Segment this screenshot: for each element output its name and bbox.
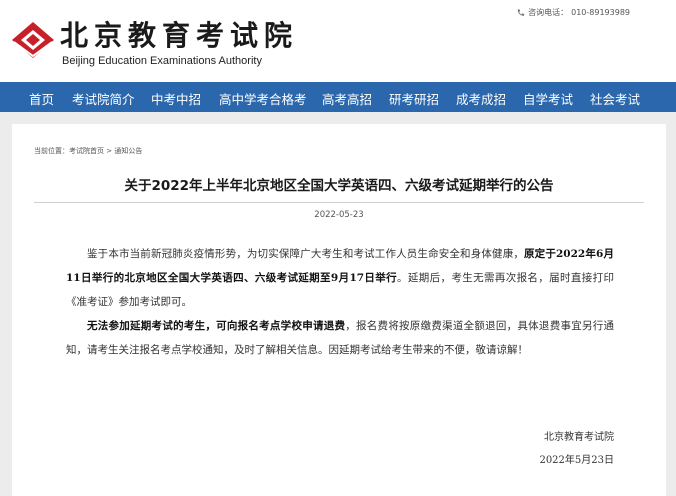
site-logo-chinese[interactable]: 北京教育考试院 — [60, 14, 298, 54]
publish-date: 2022-05-23 — [314, 210, 364, 220]
breadcrumb-separator: > — [104, 147, 115, 155]
paragraph-2: 无法参加延期考试的考生，可向报名考点学校申请退费，报名费将按原缴费渠道全额退回，… — [66, 314, 614, 362]
nav-item-yankao[interactable]: 研考研招 — [389, 89, 439, 108]
title-divider — [34, 202, 644, 203]
article-title: 关于2022年上半年北京地区全国大学英语四、六级考试延期举行的公告 — [124, 178, 554, 194]
nav-item-chengkao[interactable]: 成考成招 — [456, 89, 506, 108]
nav-item-xuekao[interactable]: 高中学考合格考 — [219, 89, 307, 108]
signature-date: 2022年5月23日 — [539, 455, 614, 466]
nav-item-home[interactable]: 首页 — [29, 89, 54, 108]
nav-item-about[interactable]: 考试院简介 — [72, 89, 135, 108]
site-header: 北京教育考试院 Beijing Education Examinations A… — [0, 0, 676, 82]
diamond-logo-icon[interactable] — [10, 20, 56, 60]
phone-number: 010-89193989 — [571, 8, 630, 17]
main-nav: 首页 考试院简介 中考中招 高中学考合格考 高考高招 研考研招 成考成招 自学考… — [0, 82, 676, 112]
phone-label: 咨询电话： — [528, 8, 569, 17]
nav-item-gaokao[interactable]: 高考高招 — [322, 89, 372, 108]
hotline: 咨询电话： 010-89193989 — [516, 7, 630, 18]
site-logo-english: Beijing Education Examinations Authority — [62, 55, 262, 67]
phone-icon — [517, 8, 525, 16]
paragraph-1-intro: 鉴于本市当前新冠肺炎疫情形势，为切实保障广大考生和考试工作人员生命安全和身体健康… — [87, 248, 525, 260]
paragraph-1: 鉴于本市当前新冠肺炎疫情形势，为切实保障广大考生和考试工作人员生命安全和身体健康… — [66, 242, 614, 314]
breadcrumb-prefix: 当前位置： — [34, 147, 69, 155]
nav-item-zikao[interactable]: 自学考试 — [523, 89, 573, 108]
breadcrumb-current[interactable]: 通知公告 — [114, 147, 142, 155]
signature-organization: 北京教育考试院 — [544, 432, 614, 443]
nav-item-shehui[interactable]: 社会考试 — [590, 89, 640, 108]
breadcrumb-home[interactable]: 考试院首页 — [69, 147, 104, 155]
article-body: 鉴于本市当前新冠肺炎疫情形势，为切实保障广大考生和考试工作人员生命安全和身体健康… — [66, 242, 614, 362]
nav-item-zhongkao[interactable]: 中考中招 — [151, 89, 201, 108]
paragraph-2-highlight: 无法参加延期考试的考生，可向报名考点学校申请退费 — [87, 320, 346, 332]
article-panel: 当前位置：考试院首页 > 通知公告 关于2022年上半年北京地区全国大学英语四、… — [12, 124, 666, 496]
breadcrumb: 当前位置：考试院首页 > 通知公告 — [34, 146, 142, 156]
